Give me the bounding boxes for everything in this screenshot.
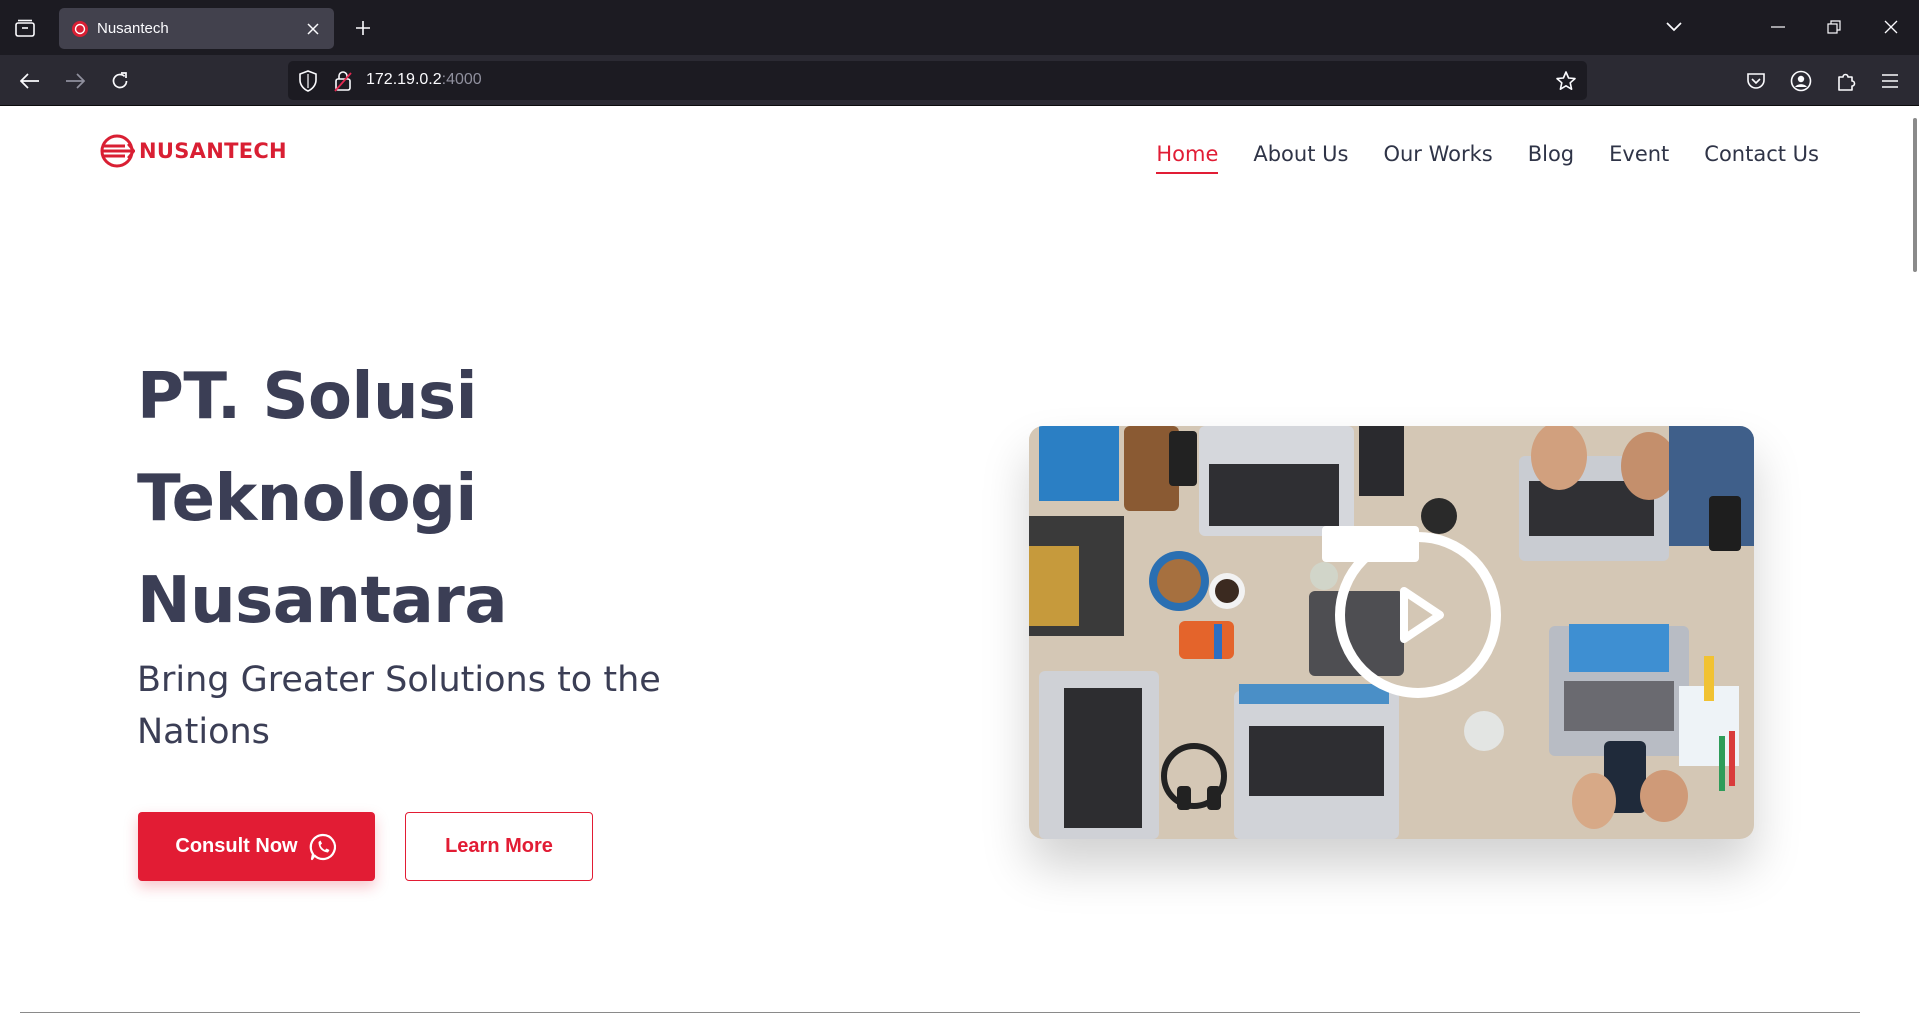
browser-tab-active[interactable]: Nusantech <box>59 8 334 49</box>
tab-favicon-icon <box>72 20 88 37</box>
play-video-button[interactable] <box>1335 532 1501 698</box>
browser-tab-bar: Nusantech <box>0 0 1919 55</box>
hero-subtitle-line: Nations <box>137 712 270 752</box>
whatsapp-icon <box>309 833 336 860</box>
tracking-shield-icon[interactable] <box>298 70 318 92</box>
site-navigation: Home About Us Our Works Blog Event Conta… <box>1121 142 1819 174</box>
minimize-window-icon[interactable] <box>1760 12 1796 42</box>
site-logo-text: NUSANTECH <box>139 139 287 163</box>
url-host: 172.19.0.2 <box>366 71 442 88</box>
close-window-icon[interactable] <box>1873 12 1909 42</box>
web-page: NUSANTECH Home About Us Our Works Blog E… <box>0 106 1919 1015</box>
nav-link-about-us[interactable]: About Us <box>1253 142 1348 174</box>
hero-title: PT. Solusi Teknologi Nusantara <box>137 346 697 652</box>
site-logo[interactable]: NUSANTECH <box>99 133 287 169</box>
hero-subtitle-line: Bring Greater Solutions to the <box>137 660 661 700</box>
tab-title: Nusantech <box>97 20 169 37</box>
browser-toolbar: 172.19.0.2:4000 <box>0 55 1919 106</box>
extensions-puzzle-icon[interactable] <box>1829 64 1863 98</box>
url-port: :4000 <box>441 71 482 88</box>
consult-now-label: Consult Now <box>175 835 298 857</box>
url-bar[interactable]: 172.19.0.2:4000 <box>288 61 1587 100</box>
list-all-tabs-chevron-icon[interactable] <box>1656 12 1692 42</box>
new-tab-icon[interactable] <box>349 14 377 42</box>
bookmark-star-icon[interactable] <box>1555 70 1577 92</box>
tab-list-icon[interactable] <box>12 15 38 41</box>
hero-title-line: Teknologi <box>137 462 477 536</box>
learn-more-label: Learn More <box>445 835 553 857</box>
hero-subtitle: Bring Greater Solutions to the Nations <box>137 654 697 758</box>
forward-arrow-icon[interactable] <box>58 64 92 98</box>
pocket-icon[interactable] <box>1739 64 1773 98</box>
menu-hamburger-icon[interactable] <box>1873 64 1907 98</box>
back-arrow-icon[interactable] <box>13 64 47 98</box>
play-icon <box>1400 587 1444 643</box>
learn-more-button[interactable]: Learn More <box>405 812 593 881</box>
nav-link-blog[interactable]: Blog <box>1528 142 1574 174</box>
nav-link-our-works[interactable]: Our Works <box>1383 142 1492 174</box>
insecure-lock-icon[interactable] <box>334 70 352 92</box>
url-text: 172.19.0.2:4000 <box>366 71 482 89</box>
restore-window-icon[interactable] <box>1816 12 1852 42</box>
tab-close-icon[interactable] <box>300 16 326 42</box>
account-icon[interactable] <box>1784 64 1818 98</box>
page-scrollbar[interactable] <box>1913 118 1917 272</box>
section-divider <box>20 1012 1860 1013</box>
reload-icon[interactable] <box>103 64 137 98</box>
nav-link-contact-us[interactable]: Contact Us <box>1704 142 1819 174</box>
consult-now-button[interactable]: Consult Now <box>138 812 375 881</box>
hero-video-thumbnail[interactable] <box>1029 426 1754 839</box>
nav-link-home[interactable]: Home <box>1156 142 1219 174</box>
nusantech-logo-icon <box>100 134 135 168</box>
hero-title-line: PT. Solusi <box>137 360 478 434</box>
hero-title-line: Nusantara <box>137 564 508 638</box>
nav-link-event[interactable]: Event <box>1609 142 1669 174</box>
